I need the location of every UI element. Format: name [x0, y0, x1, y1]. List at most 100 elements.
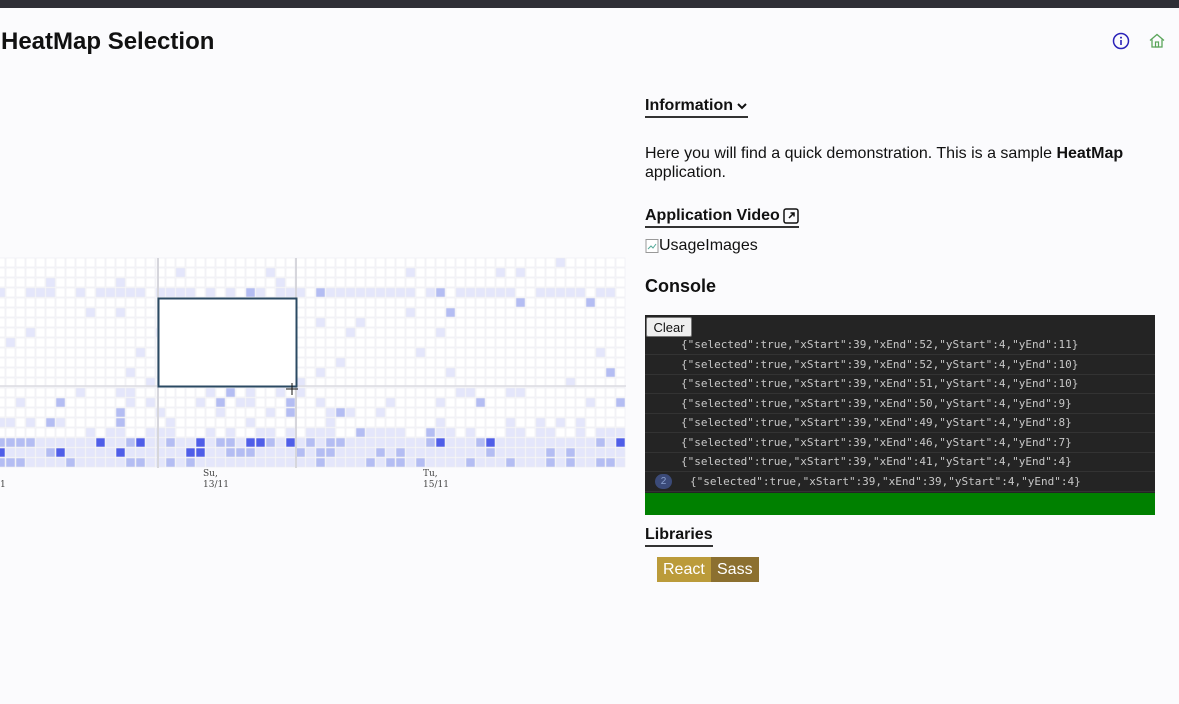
heatmap-cell[interactable]: [515, 357, 526, 368]
heatmap-cell[interactable]: [15, 267, 26, 278]
heatmap-cell[interactable]: [35, 257, 46, 268]
heatmap-cell[interactable]: [215, 387, 226, 398]
heatmap-cell[interactable]: [125, 437, 136, 448]
heatmap-cell[interactable]: [485, 297, 496, 308]
heatmap-cell[interactable]: [465, 387, 476, 398]
heatmap-cell[interactable]: [455, 437, 466, 448]
heatmap-cell[interactable]: [415, 367, 426, 378]
heatmap-cell[interactable]: [555, 447, 566, 458]
heatmap-cell[interactable]: [115, 457, 126, 468]
heatmap-cell[interactable]: [345, 257, 356, 268]
heatmap-cell[interactable]: [465, 367, 476, 378]
heatmap-cell[interactable]: [145, 347, 156, 358]
heatmap-cell[interactable]: [585, 397, 596, 408]
heatmap-cell[interactable]: [515, 367, 526, 378]
heatmap-cell[interactable]: [35, 457, 46, 468]
heatmap-cell[interactable]: [135, 387, 146, 398]
heatmap-cell[interactable]: [95, 457, 106, 468]
heatmap-cell[interactable]: [575, 337, 586, 348]
heatmap-cell[interactable]: [145, 327, 156, 338]
heatmap-cell[interactable]: [125, 277, 136, 288]
heatmap-cell[interactable]: [65, 367, 76, 378]
heatmap-cell[interactable]: [105, 367, 116, 378]
heatmap-cell[interactable]: [515, 457, 526, 468]
heatmap-cell[interactable]: [25, 337, 36, 348]
heatmap-cell[interactable]: [215, 457, 226, 468]
heatmap-cell[interactable]: [465, 297, 476, 308]
heatmap-cell[interactable]: [365, 407, 376, 418]
heatmap-cell[interactable]: [275, 447, 286, 458]
heatmap-cell[interactable]: [225, 397, 236, 408]
heatmap-cell[interactable]: [245, 287, 256, 298]
heatmap-cell[interactable]: [195, 387, 206, 398]
heatmap-cell[interactable]: [615, 367, 626, 378]
heatmap-cell[interactable]: [545, 287, 556, 298]
heatmap-cell[interactable]: [605, 277, 616, 288]
heatmap-cell[interactable]: [15, 327, 26, 338]
heatmap-cell[interactable]: [525, 327, 536, 338]
heatmap-cell[interactable]: [65, 437, 76, 448]
heatmap-cell[interactable]: [75, 297, 86, 308]
heatmap-cell[interactable]: [615, 297, 626, 308]
heatmap-cell[interactable]: [5, 297, 16, 308]
heatmap-cell[interactable]: [5, 417, 16, 428]
heatmap-cell[interactable]: [255, 257, 266, 268]
heatmap-cell[interactable]: [75, 367, 86, 378]
heatmap-cell[interactable]: [5, 317, 16, 328]
heatmap-cell[interactable]: [175, 427, 186, 438]
heatmap-cell[interactable]: [35, 307, 46, 318]
heatmap-cell[interactable]: [75, 447, 86, 458]
heatmap-cell[interactable]: [0, 317, 6, 328]
heatmap-cell[interactable]: [25, 447, 36, 458]
heatmap-cell[interactable]: [395, 407, 406, 418]
heatmap-cell[interactable]: [325, 417, 336, 428]
heatmap-cell[interactable]: [545, 347, 556, 358]
heatmap-cell[interactable]: [495, 457, 506, 468]
heatmap-cell[interactable]: [415, 437, 426, 448]
heatmap-cell[interactable]: [565, 407, 576, 418]
heatmap-cell[interactable]: [265, 457, 276, 468]
heatmap-cell[interactable]: [285, 407, 296, 418]
heatmap-cell[interactable]: [425, 367, 436, 378]
heatmap-cell[interactable]: [145, 267, 156, 278]
heatmap-cell[interactable]: [165, 457, 176, 468]
heatmap-cell[interactable]: [385, 357, 396, 368]
heatmap-cell[interactable]: [385, 257, 396, 268]
heatmap-cell[interactable]: [265, 287, 276, 298]
heatmap-cell[interactable]: [475, 307, 486, 318]
heatmap-cell[interactable]: [365, 317, 376, 328]
heatmap-cell[interactable]: [525, 287, 536, 298]
heatmap-cell[interactable]: [565, 287, 576, 298]
heatmap-cell[interactable]: [515, 277, 526, 288]
heatmap-cell[interactable]: [165, 397, 176, 408]
heatmap-cell[interactable]: [395, 307, 406, 318]
heatmap-cell[interactable]: [65, 297, 76, 308]
heatmap-cell[interactable]: [465, 347, 476, 358]
heatmap-cell[interactable]: [515, 447, 526, 458]
heatmap-cell[interactable]: [135, 257, 146, 268]
heatmap-cell[interactable]: [0, 307, 6, 318]
heatmap-cell[interactable]: [445, 297, 456, 308]
heatmap-cell[interactable]: [135, 427, 146, 438]
heatmap-cell[interactable]: [105, 267, 116, 278]
heatmap-cell[interactable]: [275, 397, 286, 408]
heatmap-cell[interactable]: [535, 357, 546, 368]
heatmap-cell[interactable]: [15, 317, 26, 328]
heatmap-cell[interactable]: [15, 257, 26, 268]
heatmap-cell[interactable]: [605, 327, 616, 338]
heatmap-cell[interactable]: [385, 307, 396, 318]
heatmap-cell[interactable]: [205, 257, 216, 268]
heatmap-cell[interactable]: [85, 297, 96, 308]
heatmap-cell[interactable]: [335, 327, 346, 338]
heatmap-cell[interactable]: [305, 297, 316, 308]
heatmap-cell[interactable]: [555, 337, 566, 348]
heatmap-cell[interactable]: [365, 417, 376, 428]
heatmap-cell[interactable]: [175, 447, 186, 458]
heatmap-cell[interactable]: [335, 357, 346, 368]
heatmap-cell[interactable]: [75, 277, 86, 288]
heatmap-cell[interactable]: [235, 267, 246, 278]
heatmap-cell[interactable]: [25, 327, 36, 338]
heatmap-cell[interactable]: [405, 307, 416, 318]
heatmap-cell[interactable]: [555, 327, 566, 338]
heatmap-cell[interactable]: [35, 287, 46, 298]
